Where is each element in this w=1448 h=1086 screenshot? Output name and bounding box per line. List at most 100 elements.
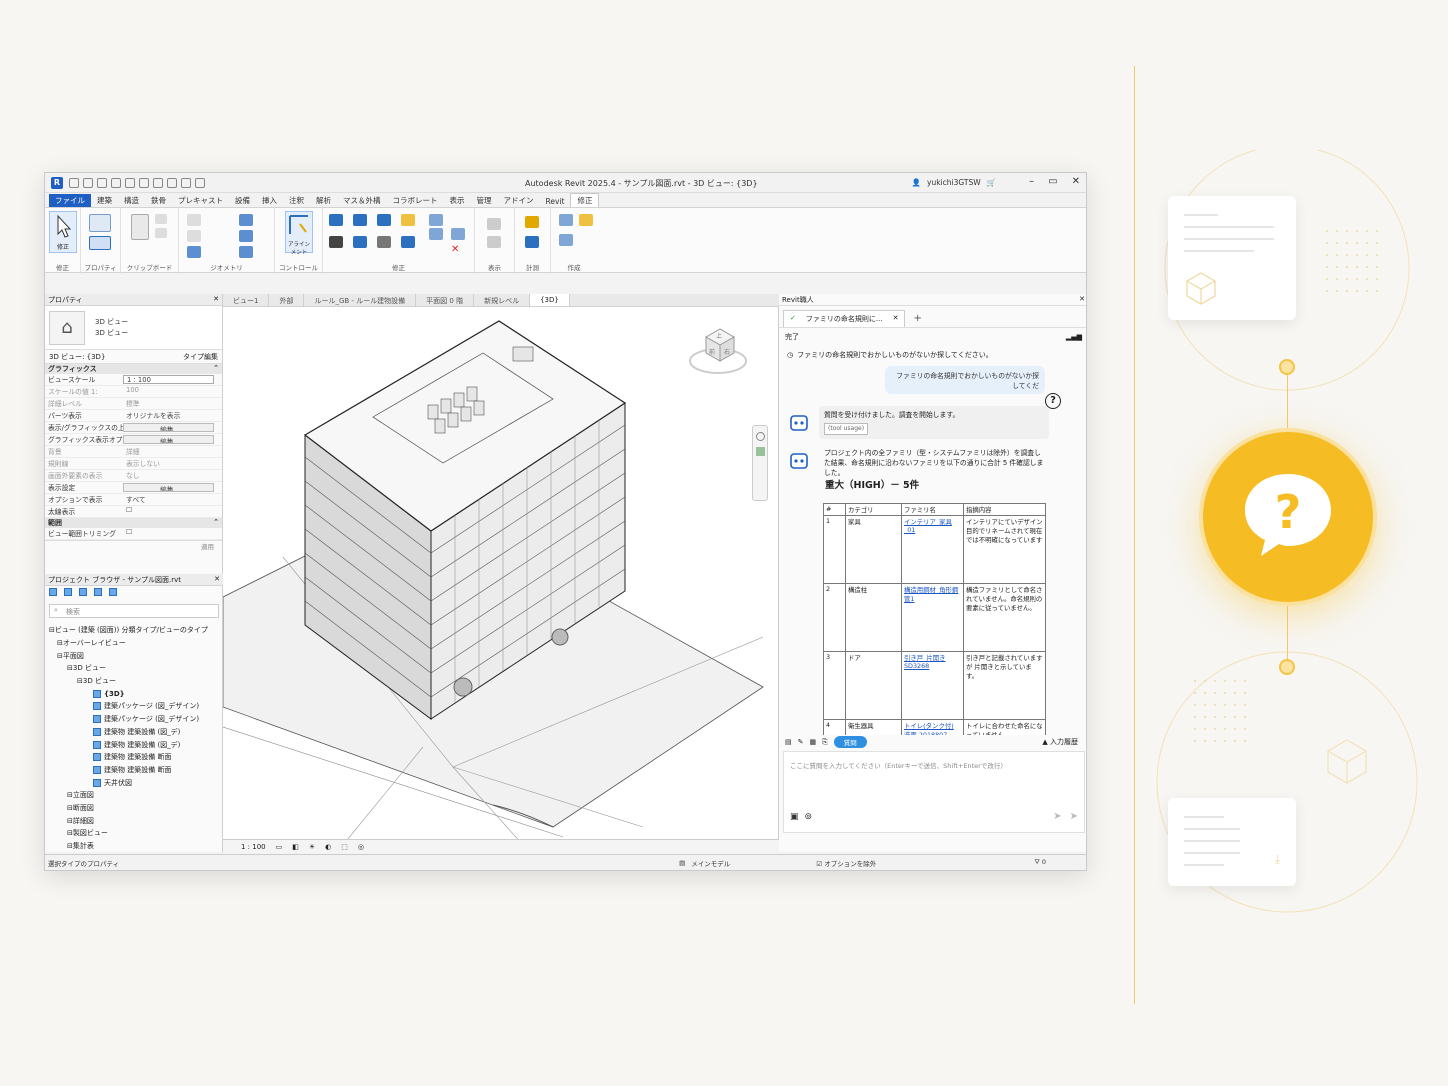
redo-icon[interactable] [111,177,121,188]
trim-icon[interactable] [401,236,415,248]
filter-icon[interactable] [64,588,72,596]
ribbon-tab[interactable]: Revit [540,196,571,207]
minimize-button[interactable]: – [1029,176,1034,187]
scale-icon[interactable] [451,228,465,240]
paste-icon[interactable] [131,214,149,240]
measure-icon[interactable] [139,177,149,188]
text-icon[interactable] [153,177,163,188]
view-tab[interactable]: {3D} [530,294,570,306]
save-icon[interactable] [83,177,93,188]
document-icon[interactable]: ▦ [810,738,817,746]
property-value[interactable]: 編集... [123,423,214,432]
type-selector[interactable]: ⌂ 3D ビュー 3D ビュー [45,306,222,350]
collapse-all-icon[interactable] [79,588,87,596]
hide-icon[interactable] [487,218,501,230]
close-tab-icon[interactable]: ✕ [893,314,899,324]
override-icon[interactable] [487,236,501,248]
sort-icon[interactable] [109,588,117,596]
navigation-bar[interactable] [752,425,768,501]
ribbon-tab[interactable]: 挿入 [256,194,283,207]
view-tab[interactable]: ルール_GB - ルール建物設備 [304,294,417,306]
crop-view-icon[interactable]: ⬚ [341,843,348,851]
split-icon[interactable] [429,214,443,226]
browser-search-input[interactable]: ⌕ 検索 [49,604,219,618]
visual-style-icon[interactable]: ◧ [292,843,299,851]
modify-select-button[interactable]: 修正 [49,211,77,253]
view-instance-selector[interactable]: 3D ビュー: {3D} タイプ編集 [45,350,222,364]
model-icon[interactable]: ▤ [679,859,685,867]
shadows-icon[interactable]: ◐ [325,843,331,851]
property-value[interactable]: 編集... [123,435,214,444]
viewcube[interactable]: 上 前 右 [688,321,748,381]
ribbon-tab[interactable]: アドイン [498,194,540,207]
tree-item[interactable]: ⊟ 集計表 [45,840,223,853]
create-parts-icon[interactable] [579,214,593,226]
paint-icon[interactable] [239,246,253,258]
ribbon-tab[interactable]: 構造 [118,194,145,207]
ribbon-tab[interactable]: マス＆外構 [337,194,387,207]
ribbon-tab[interactable]: ファイル [49,194,91,207]
maximize-button[interactable]: ▭ [1048,176,1057,187]
property-value[interactable]: 1 : 100 [123,375,214,384]
measure-tool-icon[interactable] [525,236,539,248]
family-link[interactable]: トイレ(タンク付) 洗面 2018807 [901,719,964,735]
section-extents[interactable]: 範囲 ⌃ [45,518,222,528]
view-scale[interactable]: 1 : 100 [241,843,266,851]
mode-question-button[interactable]: 質問 [833,736,867,748]
family-link[interactable]: 引き戸_片開き SD3268 [901,651,964,720]
capture-icon[interactable]: ⎘ [822,738,828,747]
join-icon[interactable] [187,246,201,258]
tree-item[interactable]: ⊟ 3D ビュー [45,675,223,688]
ribbon-tab[interactable]: 鉄骨 [145,194,172,207]
offset-icon[interactable] [353,214,367,226]
collapse-icon[interactable]: ⌃ [213,518,219,528]
undo-icon[interactable] [97,177,107,188]
close-icon[interactable]: ✕ [214,575,220,584]
type-properties-icon[interactable] [89,236,111,250]
apply-button[interactable]: 適用 [201,541,214,552]
exclude-options-checkbox[interactable]: ☑ オプションを除外 [816,858,876,868]
ribbon-tab[interactable]: プレキャスト [172,194,229,207]
image-icon[interactable]: ▣ [790,812,799,822]
collapse-icon[interactable]: ⌃ [213,364,219,374]
detail-level-icon[interactable]: ▭ [276,843,283,851]
tree-item[interactable]: 建築物 建築設備 断面 [45,764,223,777]
view-tab[interactable]: 外部 [269,294,305,306]
property-value[interactable]: 編集... [123,483,214,492]
mirror-icon[interactable] [377,214,391,226]
ribbon-tab[interactable]: 解析 [310,194,337,207]
send-icon[interactable]: ➤ [1053,811,1061,822]
move-icon[interactable] [329,236,343,248]
chat-tab[interactable]: ✓ ファミリの命名規則に... ✕ [783,310,906,327]
ribbon-tab[interactable]: 修正 [570,193,600,207]
chat-input[interactable]: ここに質問を入力してください（Enterキーで送信、Shift+Enterで改行… [783,751,1085,833]
view-tab[interactable]: 新規レベル [474,294,531,306]
view-tab[interactable]: ビュー1 [223,294,270,306]
property-value[interactable]: 詳細 [123,446,222,457]
3d-view-icon[interactable] [167,177,177,188]
open-icon[interactable] [69,177,79,188]
cut-geometry-icon[interactable] [187,230,201,242]
tree-item[interactable]: ⊟ オーバーレイビュー [45,637,223,650]
ribbon-tab[interactable]: 建築 [91,194,118,207]
delete-icon[interactable]: ✕ [451,244,461,255]
ribbon-tab[interactable]: コラボレート [387,194,444,207]
property-value[interactable]: ☐ [123,528,222,539]
property-value[interactable]: すべて [123,494,222,505]
section-icon[interactable] [181,177,191,188]
property-value[interactable]: ☐ [123,506,222,517]
zoom-icon[interactable] [756,447,765,456]
copy-element-icon[interactable] [353,236,367,248]
ribbon-tab[interactable]: 管理 [471,194,498,207]
revit-app-icon[interactable]: R [51,176,63,189]
edit-type-button[interactable]: タイプ編集 [183,352,218,362]
align-tool-icon[interactable] [329,214,343,226]
view-tab[interactable]: 平面図 0 階 [416,294,475,306]
new-tab-button[interactable]: + [913,313,921,327]
tree-item[interactable]: {3D} [45,687,223,700]
pen-icon[interactable]: ✎ [798,738,804,746]
copy-icon[interactable] [155,228,167,238]
attach-icon[interactable]: ▤ [785,738,792,746]
tree-item[interactable]: ⊟ 立面図 [45,789,223,802]
tree-item[interactable]: 建築物 建築設備 (図_デ) [45,726,223,739]
